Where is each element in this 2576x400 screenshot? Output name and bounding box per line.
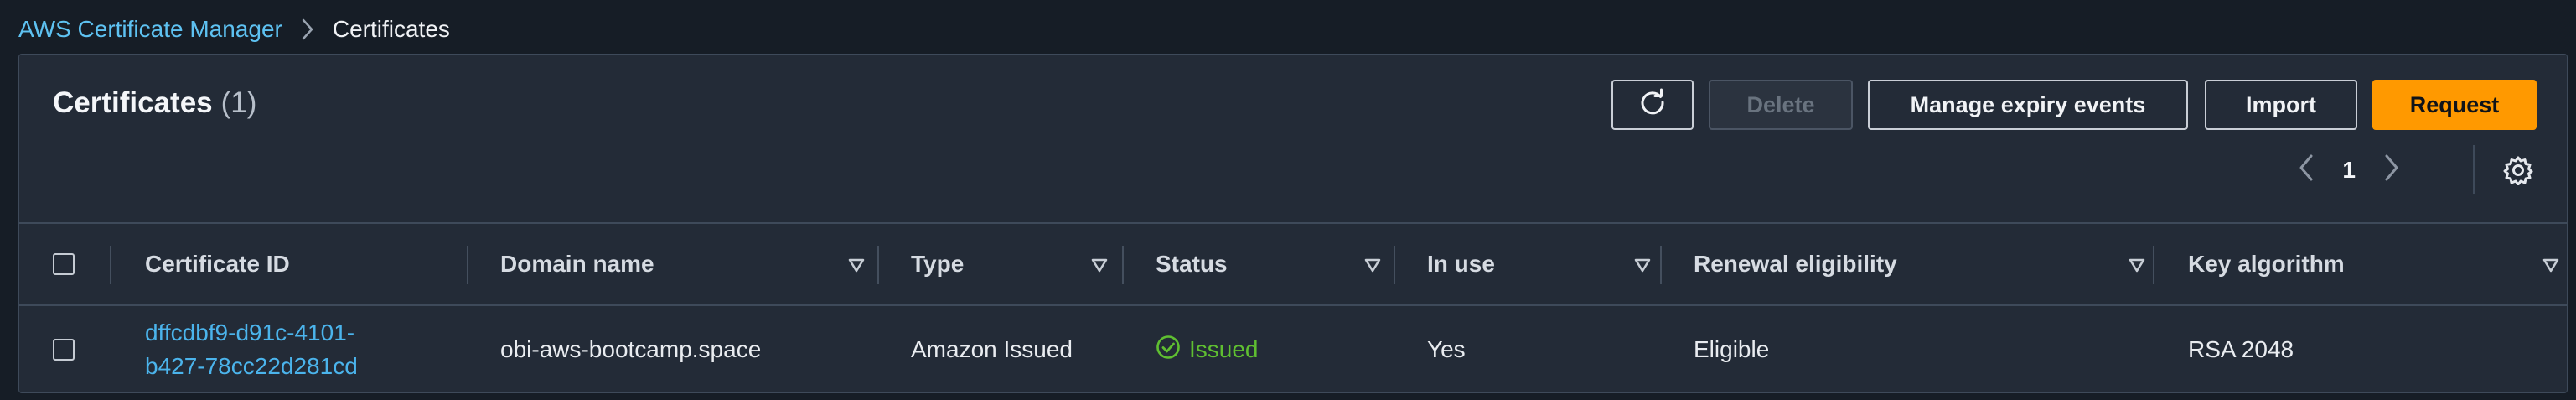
column-label: Type [911, 251, 965, 277]
chevron-right-icon [301, 18, 314, 41]
column-header-in-use[interactable]: In use [1427, 224, 1652, 304]
request-button[interactable]: Request [2372, 80, 2537, 130]
column-header-domain-name[interactable]: Domain name [500, 224, 866, 304]
column-divider [877, 246, 879, 284]
chevron-left-icon[interactable] [2299, 153, 2314, 188]
cell-renewal-eligibility: Eligible [1694, 336, 1770, 362]
page-number[interactable]: 1 [2342, 157, 2356, 184]
page-title: Certificates (1) [53, 86, 256, 120]
pagination: 1 [2299, 148, 2399, 192]
column-label: Key algorithm [2188, 251, 2345, 277]
certificate-id-line1: dffcdbf9-d91c-4101- [145, 319, 355, 345]
breadcrumb: AWS Certificate Manager Certificates [18, 12, 450, 47]
status-badge: Issued [1156, 335, 1259, 366]
certificate-id-link[interactable]: dffcdbf9-d91c-4101- b427-78cc22d281cd [145, 316, 358, 383]
refresh-icon [1637, 87, 1668, 123]
gear-icon[interactable] [2501, 153, 2535, 187]
sort-caret-icon[interactable] [847, 254, 866, 273]
sort-caret-icon[interactable] [2542, 254, 2560, 273]
table-header: Certificate ID Domain name Type Status I… [19, 224, 2567, 304]
breadcrumb-link-acm[interactable]: AWS Certificate Manager [18, 16, 282, 43]
cell-domain-name: obi-aws-bootcamp.space [500, 336, 762, 362]
column-header-status[interactable]: Status [1156, 224, 1382, 304]
select-all-checkbox[interactable] [53, 253, 75, 275]
import-button[interactable]: Import [2205, 80, 2357, 130]
cell-certificate-id: dffcdbf9-d91c-4101- b427-78cc22d281cd [145, 306, 463, 393]
chevron-right-icon[interactable] [2384, 153, 2399, 188]
refresh-button[interactable] [1611, 80, 1694, 130]
delete-button[interactable]: Delete [1709, 80, 1853, 130]
check-circle-icon [1156, 335, 1181, 366]
breadcrumb-current: Certificates [332, 16, 450, 42]
certificate-count: (1) [220, 86, 257, 119]
column-divider [1660, 246, 1662, 284]
column-header-type[interactable]: Type [911, 224, 1109, 304]
cell-type: Amazon Issued [911, 336, 1073, 362]
column-divider [1394, 246, 1395, 284]
column-header-key-algorithm[interactable]: Key algorithm [2188, 224, 2560, 304]
certificates-panel: Certificates (1) Delete Manage expiry ev… [18, 54, 2568, 393]
sort-caret-icon[interactable] [2128, 254, 2146, 273]
column-label: Renewal eligibility [1694, 251, 1897, 277]
status-text: Issued [1189, 336, 1259, 362]
sort-caret-icon[interactable] [1633, 254, 1652, 273]
column-divider [2153, 246, 2154, 284]
column-header-renewal-eligibility[interactable]: Renewal eligibility [1694, 224, 2146, 304]
manage-expiry-events-button[interactable]: Manage expiry events [1868, 80, 2188, 130]
certificate-id-line2: b427-78cc22d281cd [145, 353, 358, 379]
column-label: Domain name [500, 251, 654, 277]
cell-in-use: Yes [1427, 336, 1466, 362]
cell-status: Issued [1156, 306, 1382, 393]
column-label: In use [1427, 251, 1495, 277]
panel-title-text: Certificates [53, 86, 213, 119]
column-label: Certificate ID [145, 251, 290, 277]
column-label: Status [1156, 251, 1228, 277]
cell-key-algorithm: RSA 2048 [2188, 336, 2294, 362]
row-checkbox[interactable] [53, 339, 75, 361]
table-row: dffcdbf9-d91c-4101- b427-78cc22d281cd ob… [19, 306, 2567, 393]
sort-caret-icon[interactable] [1090, 254, 1109, 273]
column-header-certificate-id[interactable]: Certificate ID [145, 224, 463, 304]
column-divider [1122, 246, 1124, 284]
pagination-divider [2473, 145, 2475, 194]
column-divider [110, 246, 111, 284]
sort-caret-icon[interactable] [1363, 254, 1382, 273]
column-divider [467, 246, 468, 284]
